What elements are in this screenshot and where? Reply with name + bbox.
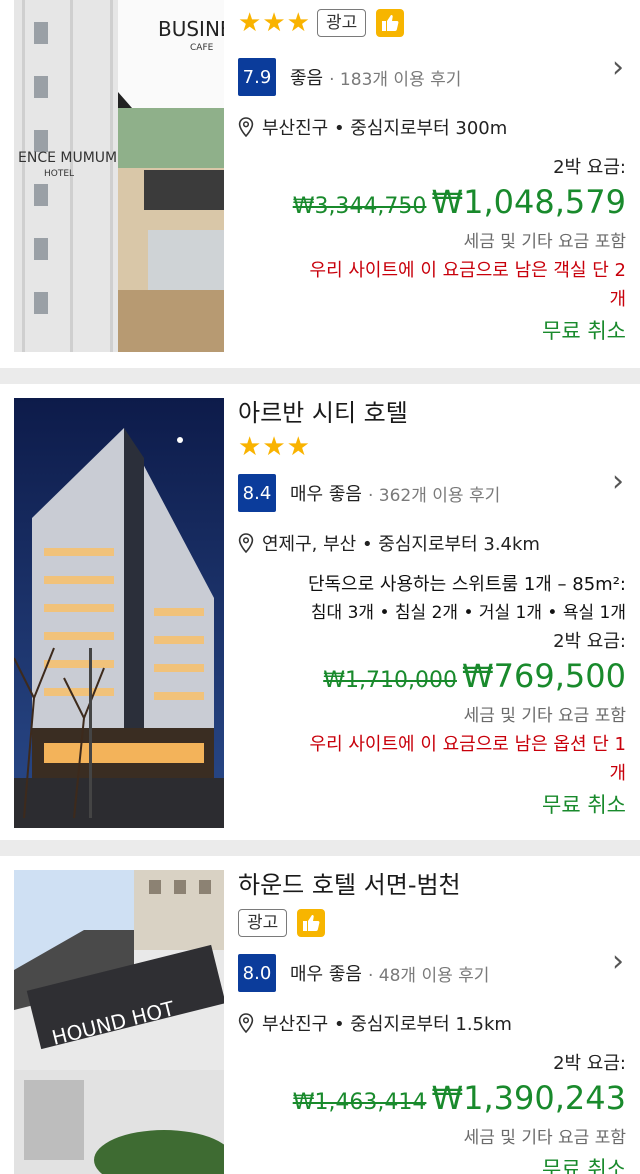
- star-icon: ★: [286, 432, 310, 462]
- star-rating: ★ ★ ★ 광고: [238, 0, 626, 46]
- nights-label: 2박 요금:: [553, 1053, 626, 1074]
- chevron-right-icon[interactable]: ›: [612, 464, 624, 499]
- review-score-badge: 8.4: [238, 474, 276, 512]
- review-summary: 7.9 좋음 · 183개 이용 후기 ›: [238, 50, 626, 100]
- scarcity-message: 우리 사이트에 이 요금으로 남은 객실 단 2 개: [238, 256, 626, 314]
- location-row: 부산진구 • 중심지로부터 300m: [238, 112, 626, 142]
- map-pin-icon: [238, 117, 254, 137]
- current-price: ₩1,390,243: [431, 1079, 627, 1117]
- hotel-card-3[interactable]: HOUND HOT 하운드 호텔 서면-범천 광고 8.0 매우 좋음 · 48…: [0, 856, 640, 1174]
- location-text: 연제구, 부산 • 중심지로부터 3.4km: [262, 534, 540, 555]
- price-row: ₩1,710,000 ₩769,500: [238, 656, 626, 702]
- thumbs-up-icon: [297, 909, 326, 937]
- review-count: · 48개 이용 후기: [367, 965, 490, 986]
- thumbs-up-icon: [376, 9, 405, 37]
- room-type: 단독으로 사용하는 스위트룸 1개 – 85m²:: [307, 574, 626, 595]
- current-price: ₩1,048,579: [431, 183, 627, 221]
- room-beds: 침대 3개 • 침실 2개 • 거실 1개 • 욕실 1개: [310, 603, 626, 623]
- review-score-badge: 8.0: [238, 954, 276, 992]
- rating-label: 좋음: [290, 68, 324, 89]
- tax-note: 세금 및 기타 요금 포함: [463, 706, 626, 726]
- star-icon: ★: [262, 8, 286, 38]
- location-row: 연제구, 부산 • 중심지로부터 3.4km: [238, 528, 626, 558]
- room-details: 단독으로 사용하는 스위트룸 1개 – 85m²: 침대 3개 • 침실 2개 …: [238, 570, 626, 628]
- review-summary: 8.4 매우 좋음 · 362개 이용 후기 ›: [238, 464, 626, 516]
- hotel-sign-subtext: HOTEL: [44, 169, 74, 179]
- current-price: ₩769,500: [462, 657, 626, 695]
- hotel-photo-image: BUSINE CAFE ENCE MUMUM HOTEL: [14, 0, 224, 352]
- hotel-card-1[interactable]: BUSINE CAFE ENCE MUMUM HOTEL ★ ★ ★ 광고 7.…: [0, 0, 640, 368]
- hotel-card-2[interactable]: 아르반 시티 호텔 ★ ★ ★ 8.4 매우 좋음 · 362개 이용 후기 ›…: [0, 384, 640, 840]
- scarcity-line: 개: [609, 763, 626, 784]
- rating-label: 매우 좋음: [290, 964, 362, 985]
- hotel-photo[interactable]: HOUND HOT: [14, 870, 224, 1174]
- scarcity-line: 우리 사이트에 이 요금으로 남은 옵션 단 1: [309, 734, 626, 755]
- location-text: 부산진구 • 중심지로부터 1.5km: [262, 1014, 512, 1035]
- scarcity-line: 우리 사이트에 이 요금으로 남은 객실 단 2: [309, 260, 626, 281]
- review-summary: 8.0 매우 좋음 · 48개 이용 후기 ›: [238, 944, 626, 996]
- price-row: ₩3,344,750 ₩1,048,579: [238, 182, 626, 228]
- hotel-name[interactable]: 하운드 호텔 서면-범천: [238, 870, 626, 900]
- chevron-right-icon[interactable]: ›: [612, 944, 624, 979]
- review-count: · 183개 이용 후기: [329, 69, 462, 90]
- star-icon: ★: [238, 432, 262, 462]
- hotel-photo[interactable]: BUSINE CAFE ENCE MUMUM HOTEL: [14, 0, 224, 352]
- free-cancellation: 무료 취소: [542, 793, 626, 817]
- star-rating: ★ ★ ★: [238, 430, 626, 464]
- hotel-photo[interactable]: [14, 398, 224, 828]
- hotel-photo-image: HOUND HOT: [14, 870, 224, 1174]
- star-icon: ★: [262, 432, 286, 462]
- review-score-badge: 7.9: [238, 58, 276, 96]
- ad-badge: 광고: [238, 909, 288, 937]
- free-cancellation: 무료 취소: [542, 1157, 626, 1174]
- original-price: ₩3,344,750: [292, 194, 427, 219]
- location-text: 부산진구 • 중심지로부터 300m: [262, 118, 508, 139]
- hotel-info: 하운드 호텔 서면-범천 광고 8.0 매우 좋음 · 48개 이용 후기 › …: [238, 870, 626, 1174]
- map-pin-icon: [238, 1013, 254, 1033]
- location-row: 부산진구 • 중심지로부터 1.5km: [238, 1008, 626, 1038]
- chevron-right-icon[interactable]: ›: [612, 50, 624, 85]
- price-row: ₩1,463,414 ₩1,390,243: [238, 1078, 626, 1124]
- scarcity-message: 우리 사이트에 이 요금으로 남은 옵션 단 1 개: [238, 730, 626, 788]
- hotel-sign-text: ENCE MUMUM: [18, 150, 117, 166]
- original-price: ₩1,710,000: [323, 668, 457, 693]
- hotel-info: ★ ★ ★ 광고 7.9 좋음 · 183개 이용 후기 › 부산진구 • 중심…: [238, 0, 626, 348]
- ad-row: 광고: [238, 904, 626, 942]
- rating-label: 매우 좋음: [290, 484, 362, 505]
- original-price: ₩1,463,414: [292, 1090, 427, 1115]
- hotel-info: 아르반 시티 호텔 ★ ★ ★ 8.4 매우 좋음 · 362개 이용 후기 ›…: [238, 398, 626, 822]
- free-cancellation: 무료 취소: [542, 319, 626, 343]
- ad-badge: 광고: [316, 9, 367, 37]
- nights-label: 2박 요금:: [553, 631, 626, 652]
- map-pin-icon: [238, 533, 254, 553]
- star-icon: ★: [238, 8, 262, 38]
- cafe-sign-text: BUSINE: [158, 17, 224, 41]
- hotel-name[interactable]: 아르반 시티 호텔: [238, 398, 626, 428]
- cafe-sign-subtext: CAFE: [190, 43, 214, 53]
- tax-note: 세금 및 기타 요금 포함: [463, 1128, 626, 1148]
- review-count: · 362개 이용 후기: [367, 485, 501, 506]
- nights-label: 2박 요금:: [553, 157, 626, 178]
- tax-note: 세금 및 기타 요금 포함: [463, 232, 626, 252]
- star-icon: ★: [286, 8, 310, 38]
- hotel-photo-image: [14, 398, 224, 828]
- scarcity-line: 개: [609, 289, 626, 310]
